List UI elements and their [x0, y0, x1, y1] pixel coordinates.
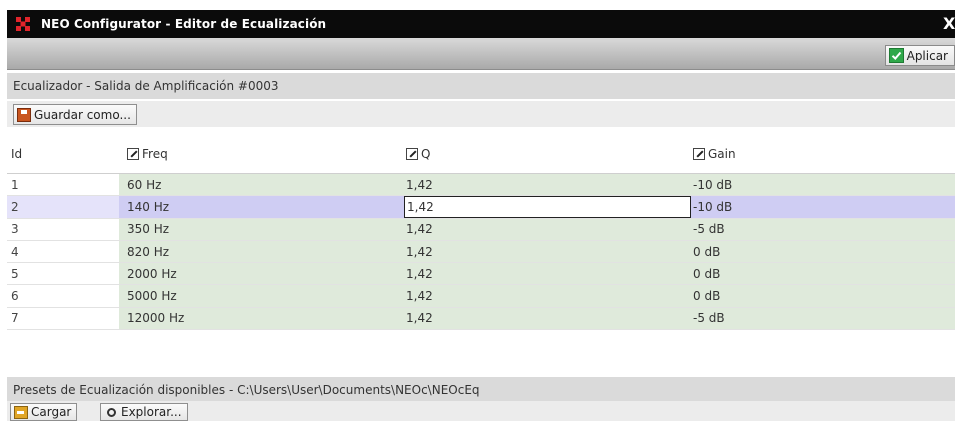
- column-gain-label: Gain: [708, 146, 736, 161]
- cell-gain[interactable]: 0 dB: [691, 240, 955, 263]
- cell-id: 5: [7, 263, 119, 285]
- table-row[interactable]: 4 820 Hz 1,42 0 dB: [7, 240, 955, 264]
- title-bar: NEO Configurator - Editor de Ecualizació…: [7, 10, 955, 38]
- table-row[interactable]: 3 350 Hz 1,42 -5 dB: [7, 218, 955, 241]
- save-as-button[interactable]: Guardar como...: [13, 104, 137, 125]
- close-button[interactable]: X: [943, 14, 955, 34]
- apply-button[interactable]: Aplicar: [884, 45, 955, 66]
- table-row[interactable]: 5 2000 Hz 1,42 0 dB: [7, 263, 955, 286]
- equalizer-grid: Id Freq Q Gain 1 60 Hz 1,42 -10 dB 2 140…: [7, 134, 955, 331]
- cell-gain[interactable]: -10 dB: [691, 196, 955, 218]
- load-label: Cargar: [31, 405, 72, 419]
- edit-icon: [406, 147, 418, 160]
- cell-freq[interactable]: 140 Hz: [119, 196, 404, 218]
- cell-freq[interactable]: 350 Hz: [119, 218, 404, 240]
- column-header-freq[interactable]: Freq: [119, 134, 404, 173]
- cell-id: 2: [7, 196, 119, 218]
- column-id-label: Id: [11, 146, 23, 161]
- cell-id: 1: [7, 174, 119, 196]
- browse-button[interactable]: Explorar...: [100, 403, 188, 421]
- cell-q[interactable]: 1,42: [404, 307, 691, 330]
- cell-q-focused[interactable]: 1,42: [404, 196, 691, 218]
- cell-freq[interactable]: 5000 Hz: [119, 285, 404, 307]
- cell-q[interactable]: 1,42: [404, 218, 691, 240]
- column-header-id[interactable]: Id: [7, 134, 119, 173]
- cell-q[interactable]: 1,42: [404, 285, 691, 307]
- column-header-gain[interactable]: Gain: [691, 134, 955, 173]
- cell-gain[interactable]: -5 dB: [691, 218, 955, 240]
- table-row[interactable]: 7 12000 Hz 1,42 -5 dB: [7, 307, 955, 331]
- presets-section-header: Presets de Ecualización disponibles - C:…: [7, 377, 955, 403]
- apply-label: Aplicar: [906, 48, 948, 63]
- cell-freq[interactable]: 12000 Hz: [119, 307, 404, 330]
- checkmark-icon: [888, 48, 904, 63]
- cell-id: 4: [7, 240, 119, 263]
- load-button[interactable]: Cargar: [10, 403, 78, 421]
- toolbar: Aplicar: [7, 38, 955, 70]
- save-as-label: Guardar como...: [34, 107, 131, 122]
- equalizer-button-row: Guardar como...: [7, 101, 955, 127]
- cell-id: 3: [7, 218, 119, 240]
- equalizer-section-header: Ecualizador - Salida de Amplificación #0…: [7, 73, 955, 99]
- window-title: NEO Configurator - Editor de Ecualizació…: [41, 17, 327, 31]
- cell-q[interactable]: 1,42: [404, 240, 691, 263]
- cell-freq[interactable]: 2000 Hz: [119, 263, 404, 285]
- save-icon: [17, 107, 31, 122]
- table-row-selected[interactable]: 2 140 Hz 1,42 -10 dB: [7, 196, 955, 219]
- column-freq-label: Freq: [142, 146, 168, 161]
- cell-freq[interactable]: 60 Hz: [119, 174, 404, 196]
- cell-q[interactable]: 1,42: [404, 263, 691, 285]
- cell-id: 6: [7, 285, 119, 307]
- grid-empty-area: [7, 331, 955, 377]
- cell-id: 7: [7, 307, 119, 330]
- cell-gain[interactable]: 0 dB: [691, 285, 955, 307]
- column-q-label: Q: [421, 146, 431, 161]
- browse-label: Explorar...: [121, 405, 182, 419]
- grid-header: Id Freq Q Gain: [7, 134, 955, 174]
- presets-button-row: Cargar Explorar...: [7, 401, 955, 421]
- edit-icon: [127, 147, 139, 160]
- cell-freq[interactable]: 820 Hz: [119, 240, 404, 263]
- cell-gain[interactable]: -5 dB: [691, 307, 955, 330]
- app-icon: [16, 17, 30, 31]
- cell-gain[interactable]: 0 dB: [691, 263, 955, 285]
- cell-gain[interactable]: -10 dB: [691, 174, 955, 196]
- cell-q[interactable]: 1,42: [404, 174, 691, 196]
- column-header-q[interactable]: Q: [404, 134, 691, 173]
- table-row[interactable]: 1 60 Hz 1,42 -10 dB: [7, 174, 955, 197]
- eye-icon: [104, 406, 118, 418]
- folder-icon: [14, 405, 28, 419]
- table-row[interactable]: 6 5000 Hz 1,42 0 dB: [7, 285, 955, 308]
- edit-icon: [693, 147, 705, 160]
